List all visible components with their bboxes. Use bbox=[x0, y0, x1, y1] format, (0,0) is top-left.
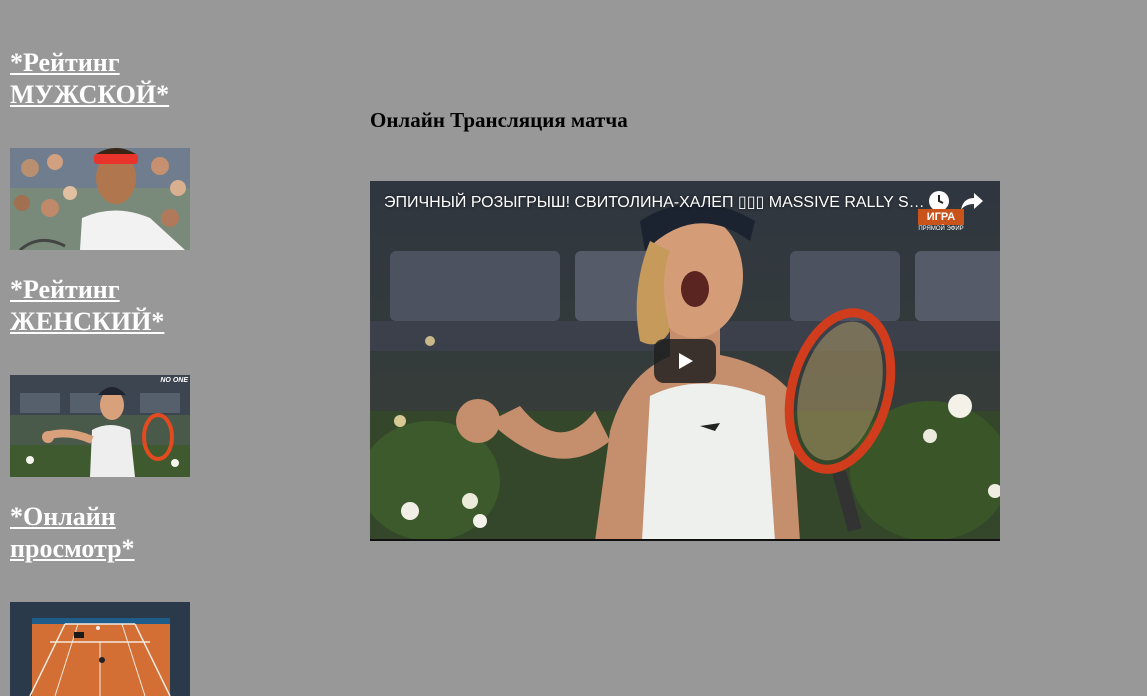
video-title[interactable]: ЭПИЧНЫЙ РОЗЫГРЫШ! СВИТОЛИНА-ХАЛЕП ▯▯▯ MA… bbox=[384, 192, 929, 212]
men-rating-link[interactable]: *Рейтинг МУЖСКОЙ* bbox=[10, 47, 210, 111]
women-player-image bbox=[10, 375, 190, 477]
women-rating-thumbnail[interactable]: NO ONE bbox=[10, 375, 190, 477]
page-title: Онлайн Трансляция матча bbox=[370, 108, 628, 132]
men-rating-thumbnail[interactable] bbox=[10, 148, 190, 250]
channel-subtitle: ПРЯМОЙ ЭФИР bbox=[918, 226, 964, 232]
play-button[interactable] bbox=[654, 339, 716, 383]
men-player-image bbox=[10, 148, 190, 250]
video-player[interactable]: ЭПИЧНЫЙ РОЗЫГРЫШ! СВИТОЛИНА-ХАЛЕП ▯▯▯ MA… bbox=[370, 181, 1000, 541]
women-thumb-badge: NO ONE bbox=[160, 377, 188, 384]
play-icon bbox=[679, 353, 693, 369]
channel-logo: ИГРА ПРЯМОЙ ЭФИР bbox=[918, 207, 964, 235]
online-view-link[interactable]: *Онлайн просмотр* bbox=[10, 501, 210, 565]
women-rating-link[interactable]: *Рейтинг ЖЕНСКИЙ* bbox=[10, 274, 210, 338]
page: *Рейтинг МУЖСКОЙ* *Рейтинг ЖЕНСКИЙ* NO O… bbox=[0, 0, 1147, 696]
tennis-court-image bbox=[10, 602, 190, 696]
online-view-thumbnail[interactable] bbox=[10, 602, 190, 696]
channel-name: ИГРА bbox=[918, 209, 964, 225]
video-progress-bar bbox=[370, 539, 1000, 541]
